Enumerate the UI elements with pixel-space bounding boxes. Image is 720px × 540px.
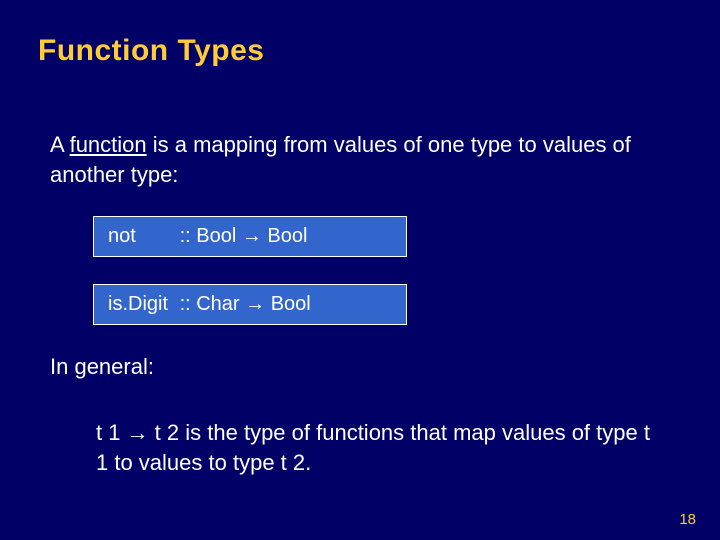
- code-box-not: not :: Bool → Bool: [93, 216, 407, 257]
- code-identifier: not: [108, 225, 174, 248]
- code-box-isdigit: is.Digit :: Char → Bool: [93, 284, 407, 325]
- slide-title: Function Types: [38, 34, 264, 68]
- function-word-underline: function: [70, 132, 147, 157]
- text-pre: A: [50, 132, 70, 157]
- code-signature: :: Char → Bool: [180, 293, 311, 315]
- code-signature: :: Bool → Bool: [180, 225, 308, 247]
- code-identifier: is.Digit: [108, 293, 174, 316]
- page-number: 18: [679, 511, 696, 528]
- paragraph-definition: A function is a mapping from values of o…: [50, 130, 650, 189]
- paragraph-in-general: In general:: [50, 352, 650, 382]
- paragraph-general-type: t 1 → t 2 is the type of functions that …: [96, 418, 656, 477]
